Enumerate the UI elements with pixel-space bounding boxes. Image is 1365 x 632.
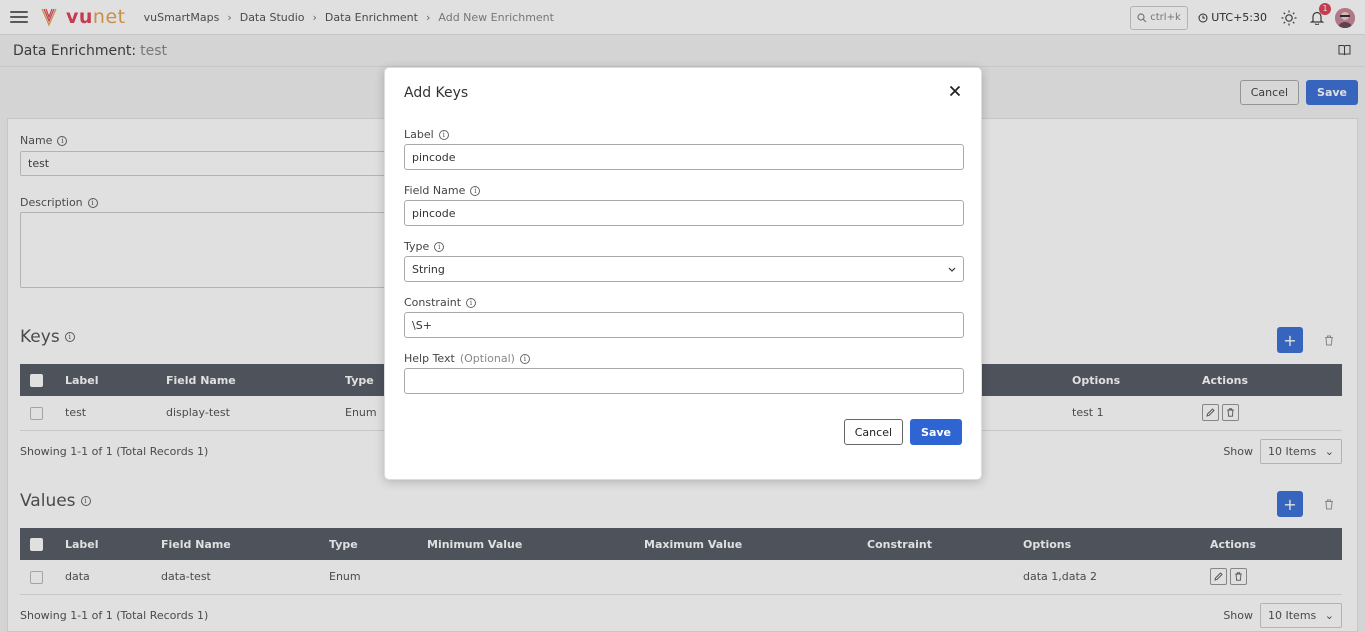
- label-field-label: Label i: [404, 128, 449, 141]
- help-text-label: Help Text (Optional) i: [404, 352, 530, 365]
- field-name-input[interactable]: pincode: [404, 200, 964, 226]
- field-name-label-text: Field Name: [404, 184, 466, 197]
- info-icon: i: [438, 129, 449, 140]
- chevron-down-icon: [948, 267, 956, 272]
- info-icon: i: [466, 297, 477, 308]
- dialog-save-button[interactable]: Save: [910, 419, 962, 445]
- dialog-cancel-button[interactable]: Cancel: [843, 419, 904, 445]
- constraint-label: Constraint i: [404, 296, 477, 309]
- help-text-label-text: Help Text: [404, 352, 455, 365]
- close-icon[interactable]: [947, 83, 963, 99]
- type-select-value: String: [412, 262, 445, 276]
- info-icon: i: [434, 241, 445, 252]
- optional-label: (Optional): [459, 352, 515, 365]
- label-field-label-text: Label: [404, 128, 434, 141]
- type-select[interactable]: String: [404, 256, 964, 282]
- dialog-title: Add Keys: [404, 85, 469, 101]
- info-icon: i: [519, 353, 530, 364]
- add-keys-dialog: Add Keys Label i pincode Field Name i pi…: [384, 67, 982, 480]
- type-label-text: Type: [404, 240, 430, 253]
- label-input[interactable]: pincode: [404, 144, 964, 170]
- constraint-label-text: Constraint: [404, 296, 462, 309]
- type-label: Type i: [404, 240, 445, 253]
- constraint-input[interactable]: \S+: [404, 312, 964, 338]
- field-name-label: Field Name i: [404, 184, 481, 197]
- help-text-input[interactable]: [404, 368, 964, 394]
- info-icon: i: [470, 185, 481, 196]
